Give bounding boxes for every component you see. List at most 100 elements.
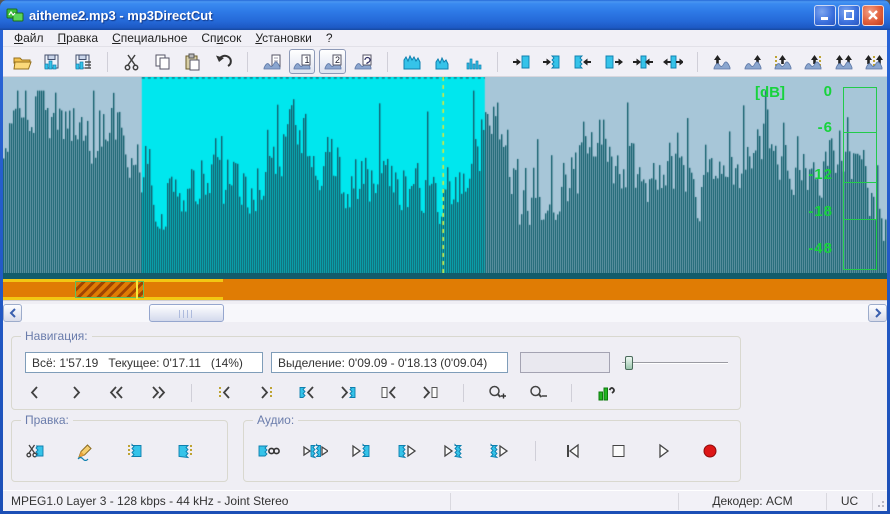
- sel-end-out-button[interactable]: [600, 49, 626, 74]
- edit-group: Правка:: [11, 413, 228, 482]
- waveform-display[interactable]: [3, 77, 887, 273]
- marker-in-right-button[interactable]: [800, 49, 826, 74]
- layer2-view-button[interactable]: 2: [319, 49, 346, 74]
- svg-text:2: 2: [335, 55, 340, 65]
- zoom-out-button[interactable]: [523, 381, 553, 405]
- skip-to-start-button[interactable]: [555, 439, 589, 463]
- fast-back-button[interactable]: [102, 381, 132, 405]
- sel-end-in-button[interactable]: [569, 49, 595, 74]
- resize-grip[interactable]: [873, 493, 887, 510]
- marker-in-left-button[interactable]: [770, 49, 796, 74]
- play-from-end-button[interactable]: [482, 439, 516, 463]
- db-tick-label: -48: [808, 240, 833, 257]
- format-status: MPEG1.0 Layer 3 - 128 kbps - 44 kHz - Jo…: [3, 492, 451, 510]
- window-title: aitheme2.mp3 - mp3DirectCut: [29, 7, 213, 23]
- scroll-right-button[interactable]: [868, 304, 887, 322]
- play-to-end-button[interactable]: [436, 439, 470, 463]
- marker-prev-button[interactable]: [709, 49, 735, 74]
- menu-item-1[interactable]: Правка: [51, 30, 106, 46]
- position-cursor: [135, 280, 138, 299]
- batch-button[interactable]: [350, 49, 376, 74]
- time-info-field: Всё: 1'57.19 Текущее: 0'17.11 (14%): [25, 352, 263, 373]
- position-bar[interactable]: [3, 279, 887, 300]
- vu-meter-button[interactable]: [590, 381, 620, 405]
- status-spacer: [451, 492, 679, 510]
- paste-button[interactable]: [179, 49, 205, 74]
- file-info-button[interactable]: [259, 49, 285, 74]
- stop-button[interactable]: [601, 439, 635, 463]
- menu-item-5[interactable]: ?: [319, 30, 340, 46]
- close-button[interactable]: [862, 4, 884, 26]
- set-selection-start-button[interactable]: [118, 439, 152, 463]
- sel-shrink-button[interactable]: [630, 49, 656, 74]
- toolbar-separator: [535, 441, 536, 461]
- main-toolbar: 12: [3, 47, 887, 77]
- play-around-cut-button[interactable]: [298, 439, 332, 463]
- marker-shrink-button[interactable]: [830, 49, 856, 74]
- goto-selection-end-button[interactable]: [333, 381, 363, 405]
- edit-label: Правка:: [21, 413, 73, 427]
- view-detail-button[interactable]: [459, 49, 485, 74]
- prev-frame-button[interactable]: [374, 381, 404, 405]
- set-selection-end-button[interactable]: [168, 439, 202, 463]
- marker-expand-button[interactable]: [861, 49, 887, 74]
- fast-forward-button[interactable]: [143, 381, 173, 405]
- selection-info-field: Выделение: 0'09.09 - 0'18.13 (0'09.04): [271, 352, 508, 373]
- edit-pen-button[interactable]: [68, 439, 102, 463]
- prev-cue-button[interactable]: [210, 381, 240, 405]
- record-button[interactable]: [693, 439, 727, 463]
- db-unit-label: [dB]: [755, 84, 785, 101]
- zoom-in-button[interactable]: [482, 381, 512, 405]
- goto-selection-start-button[interactable]: [292, 381, 322, 405]
- aux-field: [520, 352, 610, 373]
- cut-selection-button[interactable]: [18, 439, 52, 463]
- step-forward-button[interactable]: [61, 381, 91, 405]
- title-bar[interactable]: aitheme2.mp3 - mp3DirectCut: [0, 0, 890, 30]
- undo-button[interactable]: [210, 49, 236, 74]
- loop-play-button[interactable]: [252, 439, 286, 463]
- view-selection-button[interactable]: [429, 49, 455, 74]
- menu-item-4[interactable]: Установки: [248, 30, 319, 46]
- next-frame-button[interactable]: [415, 381, 445, 405]
- toolbar-separator: [246, 51, 248, 72]
- next-cue-button[interactable]: [251, 381, 281, 405]
- audio-group: Аудио:: [243, 413, 741, 482]
- step-back-button[interactable]: [20, 381, 50, 405]
- play-to-selection-button[interactable]: [344, 439, 378, 463]
- scroll-left-button[interactable]: [3, 304, 22, 322]
- view-whole-button[interactable]: [399, 49, 425, 74]
- save-audio-button[interactable]: [39, 49, 65, 74]
- horizontal-scrollbar[interactable]: [3, 304, 887, 322]
- toolbar-separator: [463, 384, 464, 402]
- toolbar-separator: [106, 51, 108, 72]
- control-panel: Навигация: Всё: 1'57.19 Текущее: 0'17.11…: [3, 322, 887, 490]
- scrollbar-track[interactable]: [22, 304, 868, 322]
- menu-item-3[interactable]: Список: [194, 30, 248, 46]
- play-from-selection-button[interactable]: [390, 439, 424, 463]
- speed-slider[interactable]: [622, 355, 728, 371]
- sel-start-in-button[interactable]: [509, 49, 535, 74]
- sel-expand-button[interactable]: [660, 49, 686, 74]
- toolbar-separator: [191, 384, 192, 402]
- play-button[interactable]: [647, 439, 681, 463]
- menu-item-0[interactable]: Файл: [7, 30, 51, 46]
- minimize-button[interactable]: [814, 4, 836, 26]
- marker-next-button[interactable]: [740, 49, 766, 74]
- cut-button[interactable]: [119, 49, 145, 74]
- waveform-area: [dB] 0 -6 -12 -18 -48: [3, 77, 887, 273]
- scroll-thumb[interactable]: [148, 304, 225, 322]
- save-parts-button[interactable]: [70, 49, 96, 74]
- layer1-view-button[interactable]: 1: [289, 49, 316, 74]
- toolbar-separator: [386, 51, 388, 72]
- navigation-label: Навигация:: [21, 329, 92, 343]
- open-button[interactable]: [9, 49, 35, 74]
- app-icon: [6, 6, 24, 24]
- slider-thumb[interactable]: [625, 356, 634, 370]
- menu-item-2[interactable]: Специальное: [105, 30, 194, 46]
- copy-button[interactable]: [149, 49, 175, 74]
- db-tick-label: -6: [817, 119, 833, 136]
- maximize-button[interactable]: [838, 4, 860, 26]
- navigation-group: Навигация: Всё: 1'57.19 Текущее: 0'17.11…: [11, 329, 741, 410]
- sel-start-snap-button[interactable]: [539, 49, 565, 74]
- audio-label: Аудио:: [253, 413, 299, 427]
